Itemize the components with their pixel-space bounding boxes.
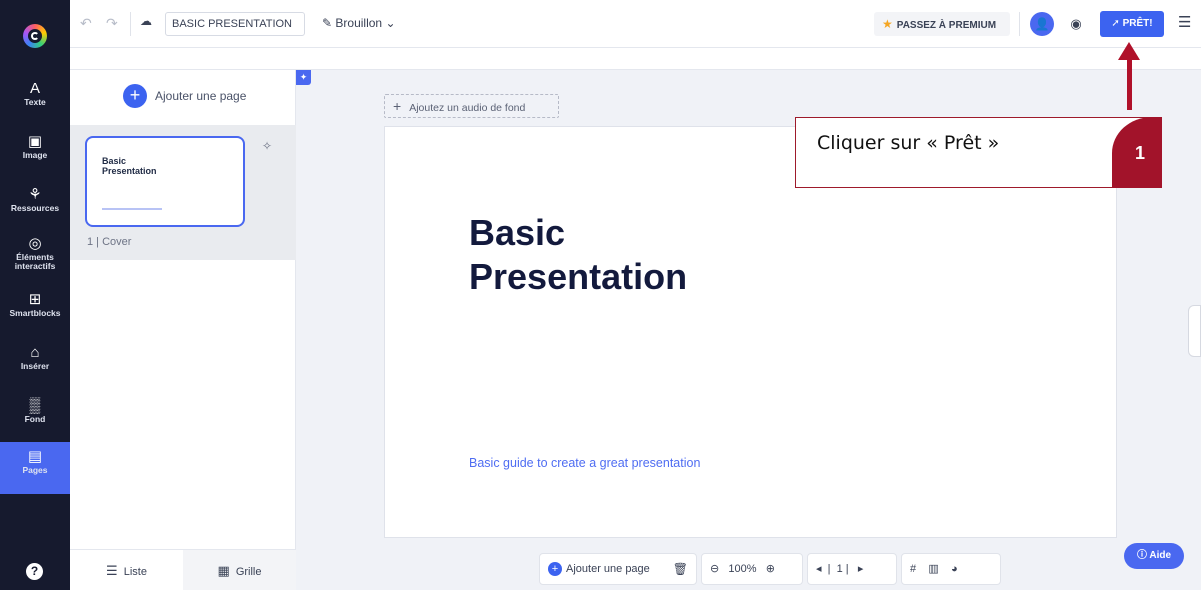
- trash-icon[interactable]: 🗑: [673, 554, 688, 584]
- ready-button[interactable]: ➚ PRÊT!: [1100, 11, 1164, 37]
- plus-icon: +: [393, 98, 402, 114]
- sidebar-item-ressources[interactable]: ⚘ Ressources: [0, 180, 70, 232]
- menu-icon[interactable]: ☰: [1178, 13, 1191, 31]
- genially-logo[interactable]: [23, 24, 47, 48]
- page-navigator: ◂ | 1 | ▸: [807, 553, 897, 585]
- sidebar-item-image[interactable]: ▣ Image: [0, 127, 70, 179]
- grid-icon: ▦: [217, 563, 230, 578]
- interactive-icon: ◎: [28, 235, 42, 252]
- sidebar-item-label: Insérer: [20, 361, 50, 371]
- side-panel-handle[interactable]: [1188, 305, 1201, 357]
- sidebar-item-label: Fond: [24, 414, 46, 424]
- toolbar-divider: [1019, 12, 1020, 36]
- magic-wand-icon[interactable]: ✧: [262, 139, 272, 153]
- sidebar-item-label: Ressources: [10, 203, 60, 213]
- sidebar-item-inserer[interactable]: ⌂ Insérer: [0, 338, 70, 390]
- help-label: Aide: [1149, 550, 1172, 561]
- layout-icon[interactable]: ▥: [928, 563, 938, 575]
- slide-title[interactable]: Basic Presentation: [469, 211, 789, 299]
- page-label: 1 | Cover: [87, 236, 132, 248]
- preview-eye-icon[interactable]: ◉: [1065, 13, 1087, 35]
- smartblocks-icon: ⊞: [28, 291, 42, 308]
- logo-mark: [31, 32, 39, 40]
- sidebar-item-label-line2: interactifs: [14, 261, 56, 271]
- grid-guides-icon[interactable]: #: [910, 563, 916, 575]
- question-icon: ⓘ: [1136, 550, 1147, 561]
- bottom-add-page-button[interactable]: + Ajouter une page: [548, 562, 650, 577]
- sidebar-item-label: Image: [22, 150, 48, 160]
- top-toolbar: ↶ ↷ ☁ BASIC PRESENTATION ✎ Brouillon ⌄ ★…: [70, 0, 1201, 48]
- sidebar-item-pages[interactable]: ▤ Pages: [0, 442, 70, 494]
- current-page-number: 1: [836, 563, 843, 575]
- callout-text: Cliquer sur « Prêt »: [817, 132, 1000, 154]
- secondary-toolbar: [70, 48, 1201, 70]
- thumbnail-title: Basic Presentation: [102, 156, 157, 176]
- pages-panel: + Ajouter une page Basic Presentation ✧ 1…: [70, 70, 296, 590]
- background-icon: ▒: [29, 397, 41, 414]
- cloud-save-icon: ☁: [140, 14, 152, 28]
- plus-icon: +: [548, 562, 562, 577]
- plus-icon: +: [123, 84, 147, 108]
- tab-label: Liste: [123, 566, 147, 578]
- pin-icon[interactable]: ✦: [296, 70, 311, 85]
- sidebar-item-label: Pages: [22, 465, 48, 475]
- palette-icon[interactable]: ◕: [951, 563, 958, 575]
- sidebar-item-elements-interactifs[interactable]: ◎ Éléments interactifs: [0, 229, 70, 281]
- project-title-input[interactable]: BASIC PRESENTATION: [165, 12, 305, 36]
- sidebar-item-label: Texte: [24, 97, 46, 107]
- help-button[interactable]: ⓘ Aide: [1124, 543, 1184, 569]
- list-icon: ☰: [106, 563, 118, 578]
- ready-label: PRÊT!: [1122, 18, 1153, 29]
- view-tabs: ☰ Liste ▦ Grille: [70, 549, 296, 590]
- resources-icon: ⚘: [28, 186, 42, 203]
- slide-subtitle[interactable]: Basic guide to create a great presentati…: [469, 456, 700, 470]
- previous-page-icon[interactable]: ◂: [816, 563, 822, 575]
- tab-grille[interactable]: ▦ Grille: [183, 550, 296, 590]
- next-page-icon[interactable]: ▸: [858, 563, 864, 575]
- tab-liste[interactable]: ☰ Liste: [70, 550, 183, 590]
- sidebar-item-fond[interactable]: ▒ Fond: [0, 391, 70, 443]
- insert-icon: ⌂: [30, 344, 40, 361]
- tutorial-callout: Cliquer sur « Prêt » 1: [795, 117, 1162, 188]
- audio-label: Ajoutez un audio de fond: [409, 102, 526, 114]
- tab-label: Grille: [235, 566, 262, 578]
- bottom-add-page-label: Ajouter une page: [566, 563, 650, 575]
- pages-icon: ▤: [27, 448, 43, 465]
- bottom-add-page-group: + Ajouter une page 🗑: [539, 553, 697, 585]
- sidebar-item-smartblocks[interactable]: ⊞ Smartblocks: [0, 285, 70, 337]
- zoom-in-icon[interactable]: ⊕: [766, 563, 775, 575]
- toolbar-divider: [130, 12, 131, 36]
- page-number: 1: [87, 236, 94, 248]
- add-page-button[interactable]: + Ajouter une page: [123, 84, 246, 108]
- page-thumbnail[interactable]: Basic Presentation: [85, 136, 245, 227]
- step-badge: 1: [1112, 117, 1162, 188]
- text-icon: A: [29, 80, 40, 97]
- status-dropdown[interactable]: ✎ Brouillon ⌄: [322, 16, 396, 30]
- zoom-out-icon[interactable]: ⊖: [710, 563, 719, 575]
- add-collaborator-icon[interactable]: 👤: [1030, 12, 1054, 36]
- add-page-label: Ajouter une page: [155, 89, 247, 103]
- add-audio-button[interactable]: + Ajoutez un audio de fond: [384, 94, 559, 118]
- star-icon: ★: [882, 17, 893, 31]
- thumbnail-subtitle-line: [102, 208, 162, 210]
- premium-label: PASSEZ À PREMIUM: [896, 20, 997, 31]
- arrow-shaft: [1127, 58, 1132, 110]
- page-name: Cover: [102, 236, 132, 248]
- page-list-item[interactable]: Basic Presentation ✧ 1 | Cover: [70, 125, 296, 260]
- left-toolbar: A Texte ▣ Image ⚘ Ressources ◎ Éléments …: [0, 0, 70, 590]
- sidebar-item-label: Smartblocks: [9, 308, 61, 318]
- undo-icon[interactable]: ↶: [80, 15, 92, 32]
- pencil-icon: ✎: [322, 16, 333, 30]
- redo-icon[interactable]: ↷: [106, 15, 118, 32]
- status-label: Brouillon: [335, 16, 383, 30]
- premium-button[interactable]: ★ PASSEZ À PREMIUM: [874, 12, 1010, 36]
- sidebar-item-texte[interactable]: A Texte: [0, 74, 70, 126]
- chevron-down-icon: ⌄: [385, 16, 396, 30]
- help-icon[interactable]: ?: [26, 563, 43, 580]
- zoom-controls: ⊖ 100% ⊕: [701, 553, 803, 585]
- zoom-level: 100%: [728, 563, 757, 575]
- rocket-icon: ➚: [1111, 18, 1120, 29]
- image-icon: ▣: [27, 133, 43, 150]
- view-tools: # ▥ ◕: [901, 553, 1001, 585]
